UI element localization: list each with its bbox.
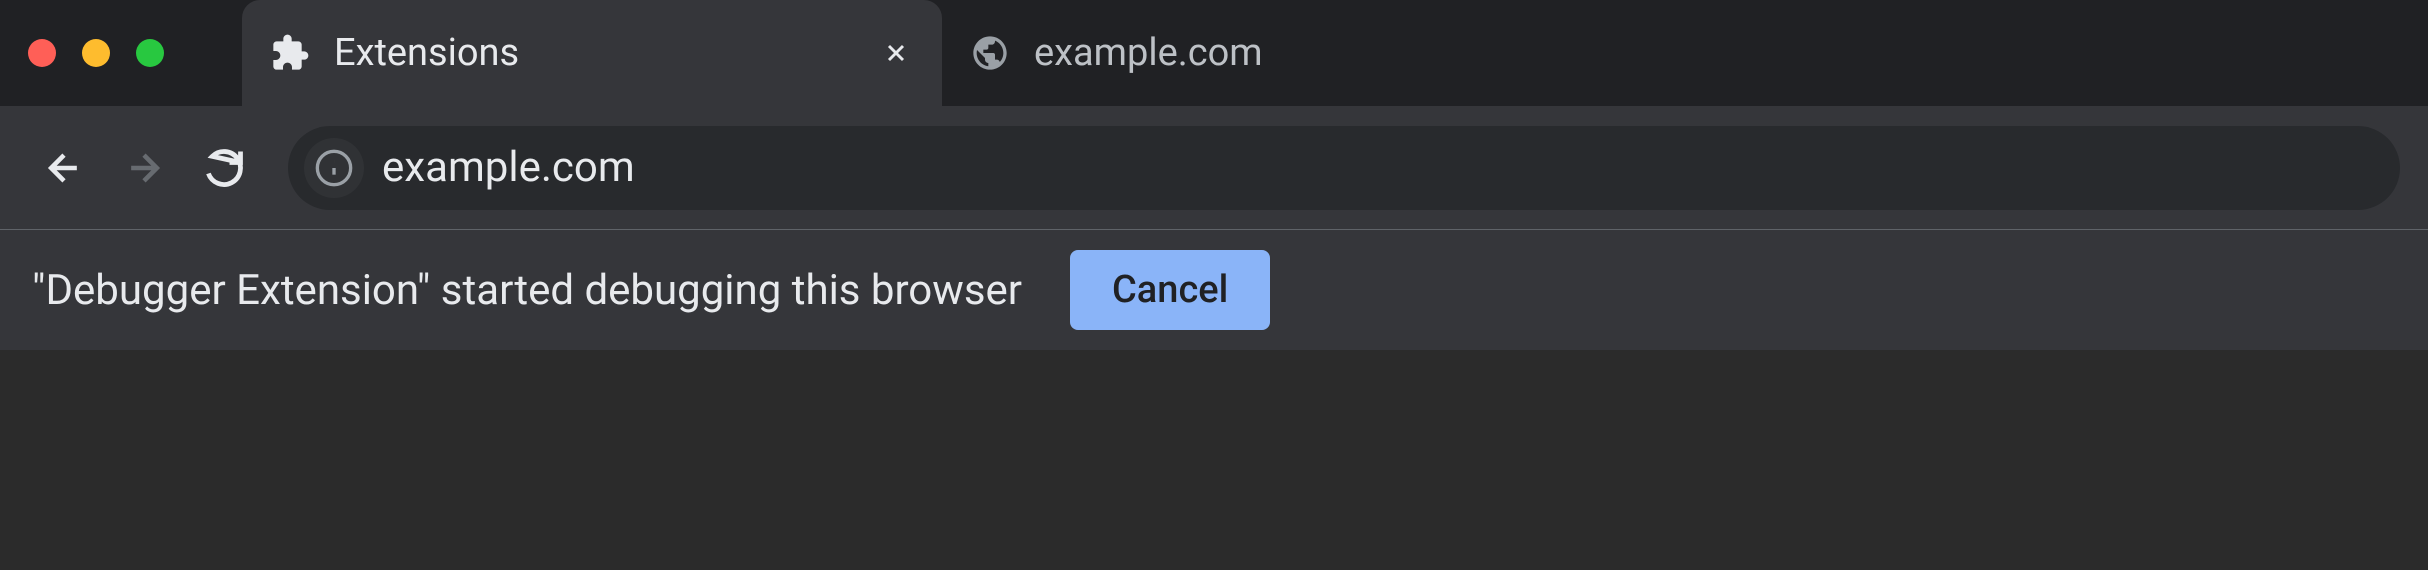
window-minimize-button[interactable] — [82, 39, 110, 67]
tab-strip: Extensions example.com — [0, 0, 2428, 106]
window-maximize-button[interactable] — [136, 39, 164, 67]
tab-title: Extensions — [334, 31, 858, 75]
site-info-button[interactable] — [304, 138, 364, 198]
tab-title: example.com — [1034, 31, 1474, 75]
window-close-button[interactable] — [28, 39, 56, 67]
omnibox-url: example.com — [382, 143, 2388, 192]
tab-close-button[interactable] — [878, 35, 914, 71]
back-button[interactable] — [28, 132, 100, 204]
globe-icon — [970, 33, 1010, 73]
forward-button[interactable] — [108, 132, 180, 204]
debugger-infobar: "Debugger Extension" started debugging t… — [0, 230, 2428, 350]
tab-extensions[interactable]: Extensions — [242, 0, 942, 106]
window-controls — [28, 39, 164, 67]
cancel-button[interactable]: Cancel — [1070, 250, 1270, 330]
infobar-message: "Debugger Extension" started debugging t… — [32, 266, 1022, 315]
puzzle-piece-icon — [270, 33, 310, 73]
omnibox[interactable]: example.com — [288, 126, 2400, 210]
toolbar: example.com — [0, 106, 2428, 230]
tab-example-com[interactable]: example.com — [942, 0, 1502, 106]
reload-button[interactable] — [188, 132, 260, 204]
